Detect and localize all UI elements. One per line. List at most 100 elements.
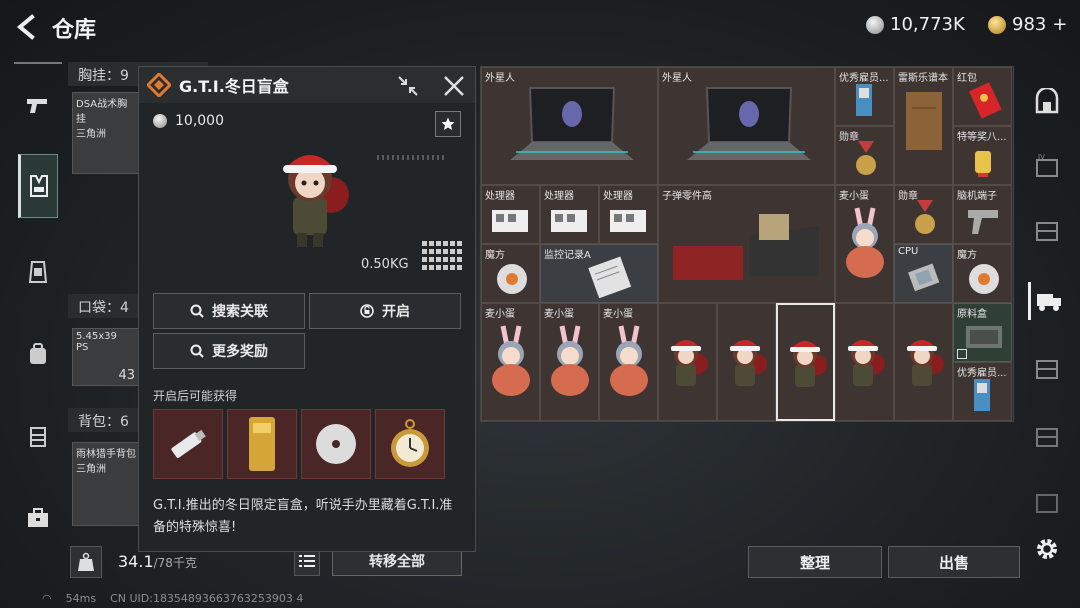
warehouse-item[interactable]: 处理器 xyxy=(481,185,540,244)
warehouse-item-gti-box[interactable] xyxy=(835,303,894,421)
santa-figure-icon xyxy=(671,340,708,386)
warehouse-item[interactable]: 魔方 xyxy=(481,244,540,303)
item-label: 雷斯乐谱本 xyxy=(898,73,948,84)
warehouse-item[interactable]: 红包 xyxy=(953,67,1012,126)
gold-amount: 983 xyxy=(1012,14,1047,35)
shelf-iv-icon: IV xyxy=(1036,154,1058,177)
vest-icon xyxy=(30,175,48,197)
sidebar-item-armor[interactable] xyxy=(18,252,58,292)
settings-button[interactable] xyxy=(1028,530,1066,568)
tab-warehouse-shelf-1[interactable] xyxy=(1028,212,1066,250)
warehouse-item[interactable]: 脑机端子 xyxy=(953,185,1012,244)
santa-figure-icon xyxy=(790,341,827,387)
warehouse-item[interactable]: CPU xyxy=(894,244,953,303)
employee-badge-icon xyxy=(974,379,990,411)
pocket-slot[interactable]: 5.45x39 PS 43 xyxy=(72,328,140,386)
sidebar-item-rig[interactable] xyxy=(18,416,58,456)
reward-disc[interactable] xyxy=(301,409,371,479)
warehouse-item[interactable]: 优秀雇员... xyxy=(953,362,1012,421)
santa-figure-image xyxy=(283,155,349,247)
item-label: 麦小蛋 xyxy=(839,191,869,202)
tab-warehouse-main[interactable] xyxy=(1028,82,1066,120)
close-button[interactable] xyxy=(441,73,467,99)
warehouse-item[interactable]: 监控记录A xyxy=(540,244,658,303)
item-label: 勋章 xyxy=(839,132,859,143)
egg-figure-icon xyxy=(492,325,530,396)
item-label: 外星人 xyxy=(485,73,515,84)
cpu-chip-icon xyxy=(908,263,940,292)
back-button[interactable] xyxy=(12,12,42,42)
gold-currency[interactable]: 983 + xyxy=(988,14,1067,35)
warehouse-item[interactable]: 勋章 xyxy=(835,126,894,185)
tab-warehouse-shelf-4[interactable] xyxy=(1028,484,1066,522)
item-label: 外星人 xyxy=(662,73,692,84)
shelf-icon xyxy=(1036,222,1058,241)
sidebar-item-case[interactable] xyxy=(18,498,58,538)
egg-figure-icon xyxy=(610,325,648,396)
tab-warehouse-active[interactable] xyxy=(1028,282,1066,320)
tab-warehouse-shelf-3[interactable] xyxy=(1028,418,1066,456)
warehouse-item[interactable]: 麦小蛋 xyxy=(835,185,894,303)
warehouse-item-gti-box[interactable] xyxy=(894,303,953,421)
sidebar-item-gear[interactable] xyxy=(18,154,58,218)
warehouse-item-gti-box[interactable] xyxy=(658,303,717,421)
ping-text: 54ms xyxy=(65,592,97,605)
pocket-slot-sub: PS xyxy=(76,342,89,353)
warehouse-item[interactable]: 外星人 xyxy=(658,67,835,185)
organize-button[interactable]: 整理 xyxy=(748,546,882,578)
item-label: 脑机端子 xyxy=(957,191,997,202)
search-related-button[interactable]: 搜索关联 xyxy=(153,293,305,329)
reward-gold-bar[interactable] xyxy=(227,409,297,479)
sidebar-item-backpack[interactable] xyxy=(18,334,58,374)
warehouse-item[interactable]: 特等奖八... xyxy=(953,126,1012,185)
list-icon xyxy=(299,555,315,567)
pocket-slot-name: 5.45x39 xyxy=(76,331,117,342)
warehouse-item[interactable]: 原料盒 xyxy=(953,303,1012,362)
rubiks-cube-icon xyxy=(497,264,527,294)
silver-amount: 10,773K xyxy=(890,14,965,35)
more-rewards-button[interactable]: 更多奖励 xyxy=(153,333,305,369)
page-title: 仓库 xyxy=(52,18,97,43)
price-row: 10,000 xyxy=(153,113,224,129)
reward-usb-drive[interactable] xyxy=(153,409,223,479)
open-box-button[interactable]: 开启 xyxy=(309,293,461,329)
item-label: 优秀雇员... xyxy=(839,73,889,84)
material-box-icon xyxy=(966,326,1002,348)
warehouse-item[interactable]: 麦小蛋 xyxy=(599,303,658,421)
sell-button[interactable]: 出售 xyxy=(888,546,1020,578)
warehouse-item[interactable]: 处理器 xyxy=(540,185,599,244)
warehouse-item-gti-box[interactable] xyxy=(776,303,835,421)
favorite-button[interactable] xyxy=(435,111,461,137)
warehouse-item[interactable]: 优秀雇员... xyxy=(835,67,894,126)
briefcase-icon xyxy=(28,508,48,527)
collapse-button[interactable] xyxy=(395,73,421,99)
status-bar: ◠ 54ms CN UID:18354893663763253903 4 xyxy=(42,592,303,605)
search-icon xyxy=(190,344,204,358)
tab-warehouse-shelf-2[interactable] xyxy=(1028,350,1066,388)
warehouse-item[interactable]: 麦小蛋 xyxy=(540,303,599,421)
warehouse-item[interactable]: 魔方 xyxy=(953,244,1012,303)
warehouse-item[interactable]: 处理器 xyxy=(599,185,658,244)
warehouse-item[interactable]: 勋章 xyxy=(894,185,953,244)
reward-pocket-watch[interactable] xyxy=(375,409,445,479)
sidebar-item-weapons[interactable] xyxy=(18,86,58,126)
chest-rig-slot[interactable]: DSA战术胸挂 三角洲 xyxy=(72,92,140,174)
warehouse-item[interactable]: 麦小蛋 xyxy=(481,303,540,421)
warehouse-item[interactable]: 雷斯乐谱本 xyxy=(894,67,953,185)
warehouse-item[interactable]: 外星人 xyxy=(481,67,658,185)
warehouse-item-gti-box[interactable] xyxy=(717,303,776,421)
backpack-slot[interactable]: 雨林猎手背包 三角洲 xyxy=(72,442,140,526)
rig-icon xyxy=(30,427,46,447)
weight-button[interactable] xyxy=(70,546,102,578)
pistol-icon xyxy=(27,99,47,113)
star-icon xyxy=(441,117,455,130)
laptop-icon xyxy=(687,87,811,160)
add-gold-button[interactable]: + xyxy=(1052,14,1067,35)
close-icon xyxy=(444,76,464,96)
warehouse-item[interactable]: 子弹零件高 xyxy=(658,185,835,303)
no-access-icon xyxy=(957,349,967,359)
item-label: 处理器 xyxy=(485,191,515,202)
silver-coin-icon xyxy=(866,15,884,34)
tab-warehouse-iv[interactable]: IV xyxy=(1028,148,1066,186)
item-label: 监控记录A xyxy=(544,250,591,261)
